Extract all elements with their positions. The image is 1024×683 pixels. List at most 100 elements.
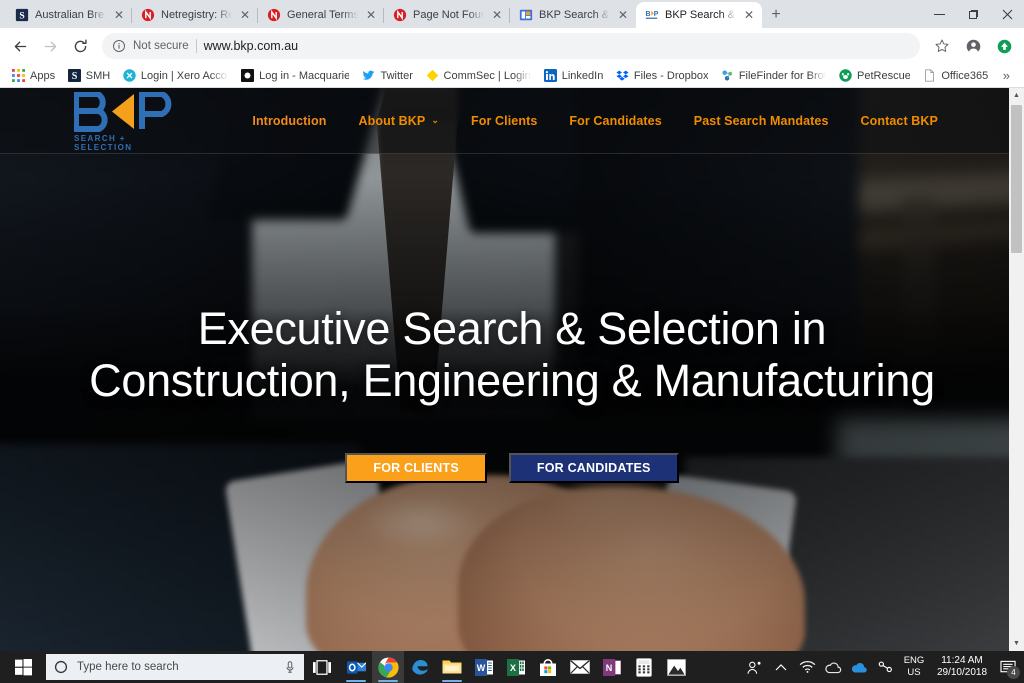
nav-item-past-search-mandates[interactable]: Past Search Mandates (694, 114, 829, 128)
taskbar-app-edge[interactable] (404, 651, 436, 683)
photos-taskbar-icon (666, 658, 686, 676)
browser-tab[interactable]: BKP Search & Selection ✕ (510, 2, 636, 28)
info-circle-icon (113, 40, 125, 52)
taskbar-app-onenote[interactable]: N (596, 651, 628, 683)
task-view-icon (313, 659, 331, 675)
browser-tab[interactable]: S Australian Breaking News ✕ (6, 2, 132, 28)
tab-close-icon[interactable]: ✕ (112, 9, 126, 21)
bookmark-commsec[interactable]: CommSec | Login to C (420, 67, 537, 84)
task-view-button[interactable] (304, 651, 340, 683)
network-icon[interactable] (872, 651, 898, 683)
windows-taskbar: Type here to search W X N ENG US 11:24 A… (0, 651, 1024, 683)
onedrive-white-icon[interactable] (820, 651, 846, 683)
back-button[interactable] (6, 32, 34, 60)
start-button[interactable] (0, 651, 46, 683)
language-indicator[interactable]: ENG US (898, 655, 930, 679)
close-button[interactable] (990, 0, 1024, 28)
bookmark-office365[interactable]: Office365 (917, 67, 993, 84)
macquarie-icon (241, 69, 255, 82)
petrescue-icon (839, 69, 852, 82)
new-tab-button[interactable]: + (762, 2, 790, 28)
browser-tab[interactable]: Netregistry: Refunds po ✕ (132, 2, 258, 28)
maximize-button[interactable] (956, 0, 990, 28)
nav-item-contact-bkp[interactable]: Contact BKP (861, 114, 939, 128)
taskbar-app-mail[interactable] (564, 651, 596, 683)
scrollbar-thumb[interactable] (1011, 105, 1022, 253)
bookmark-twitter[interactable]: Twitter (356, 67, 418, 84)
excel-taskbar-icon: X (507, 658, 525, 676)
hero-headline: Executive Search & Selection in Construc… (0, 303, 1024, 407)
taskbar-app-store[interactable] (532, 651, 564, 683)
wifi-icon[interactable] (794, 651, 820, 683)
svg-text:N: N (606, 663, 613, 673)
page-scrollbar[interactable]: ▲ ▼ (1009, 88, 1024, 651)
forward-button[interactable] (36, 32, 64, 60)
microphone-icon[interactable] (284, 660, 296, 674)
tab-close-icon[interactable]: ✕ (238, 9, 252, 21)
for-clients-button[interactable]: FOR CLIENTS (345, 453, 487, 484)
clock-date: 29/10/2018 (936, 667, 988, 678)
bookmark-dropbox[interactable]: Files - Dropbox (610, 67, 714, 84)
taskbar-app-chrome[interactable] (372, 651, 404, 683)
nav-item-introduction[interactable]: Introduction (252, 114, 326, 128)
svg-text:P: P (654, 11, 659, 18)
nav-item-about-bkp[interactable]: About BKP ⌄ (358, 114, 439, 128)
bkp-logo-tagline: SEARCH + SELECTION (74, 133, 133, 152)
apps-grid-icon (12, 69, 25, 82)
people-icon[interactable] (742, 651, 768, 683)
bookmark-petrescue[interactable]: PetRescue (833, 67, 916, 84)
hero-headline-line2: Construction, Engineering & Manufacturin… (89, 355, 935, 407)
clock-time: 11:24 AM (941, 655, 983, 666)
tab-title: Page Not Found (413, 9, 484, 21)
twitter-icon (363, 70, 375, 80)
scroll-up-arrow-icon[interactable]: ▲ (1009, 88, 1024, 103)
bookmark-smh[interactable]: S SMH (62, 67, 116, 84)
browser-tab[interactable]: Page Not Found ✕ (384, 2, 510, 28)
for-candidates-button[interactable]: FOR CANDIDATES (508, 453, 679, 484)
bookmark-linkedin[interactable]: LinkedIn (538, 67, 609, 84)
netregistry-icon (393, 8, 407, 22)
action-center-button[interactable]: 4 (994, 651, 1022, 683)
notification-count-badge: 4 (1007, 666, 1020, 679)
taskbar-app-excel[interactable]: X (500, 651, 532, 683)
taskbar-app-calculator[interactable] (628, 651, 660, 683)
bookmarks-overflow-button[interactable]: » (995, 68, 1018, 83)
bookmark-macquarie[interactable]: Log in - Macquarie (235, 67, 355, 84)
mail-taskbar-icon (570, 659, 590, 674)
chrome-menu-update-icon[interactable] (990, 32, 1018, 60)
tab-title: Australian Breaking News (35, 9, 106, 21)
nav-item-for-clients[interactable]: For Clients (471, 114, 537, 128)
tab-close-icon[interactable]: ✕ (616, 9, 630, 21)
search-input[interactable]: Type here to search (46, 654, 304, 680)
bookmark-apps[interactable]: Apps (6, 67, 61, 84)
bookmark-label: SMH (85, 69, 110, 82)
toolbar-right-actions (928, 32, 1018, 60)
minimize-button[interactable] (922, 0, 956, 28)
security-status: Not secure (133, 40, 189, 52)
tab-close-icon[interactable]: ✕ (364, 9, 378, 21)
scroll-down-arrow-icon[interactable]: ▼ (1009, 636, 1024, 651)
taskbar-app-word[interactable]: W (468, 651, 500, 683)
tab-close-icon[interactable]: ✕ (742, 9, 756, 21)
clock[interactable]: 11:24 AM 29/10/2018 (930, 655, 994, 679)
browser-tab-active[interactable]: B P BKP Search & Selection ✕ (636, 2, 762, 28)
bookmark-xero[interactable]: Login | Xero Accounti (117, 67, 234, 84)
tab-close-icon[interactable]: ✕ (490, 9, 504, 21)
show-hidden-icons-button[interactable] (768, 651, 794, 683)
tab-title: BKP Search & Selection (665, 9, 736, 21)
address-bar[interactable]: Not secure www.bkp.com.au (102, 33, 920, 59)
nav-item-for-candidates[interactable]: For Candidates (569, 114, 661, 128)
reload-button[interactable] (66, 32, 94, 60)
profile-avatar-icon[interactable] (959, 32, 987, 60)
onenote-taskbar-icon: N (603, 658, 621, 676)
bkp-logo[interactable]: SEARCH + SELECTION (74, 90, 182, 152)
onedrive-blue-icon[interactable] (846, 651, 872, 683)
bookmark-filefinder[interactable]: FileFinder for Browser (715, 67, 832, 84)
taskbar-app-photos[interactable] (660, 651, 692, 683)
browser-tab[interactable]: General Terms & Condit ✕ (258, 2, 384, 28)
taskbar-app-outlook[interactable] (340, 651, 372, 683)
taskbar-app-file-explorer[interactable] (436, 651, 468, 683)
nav-label: For Clients (471, 113, 538, 128)
bookmark-star-icon[interactable] (928, 32, 956, 60)
tab-title: Netregistry: Refunds po (161, 9, 232, 21)
